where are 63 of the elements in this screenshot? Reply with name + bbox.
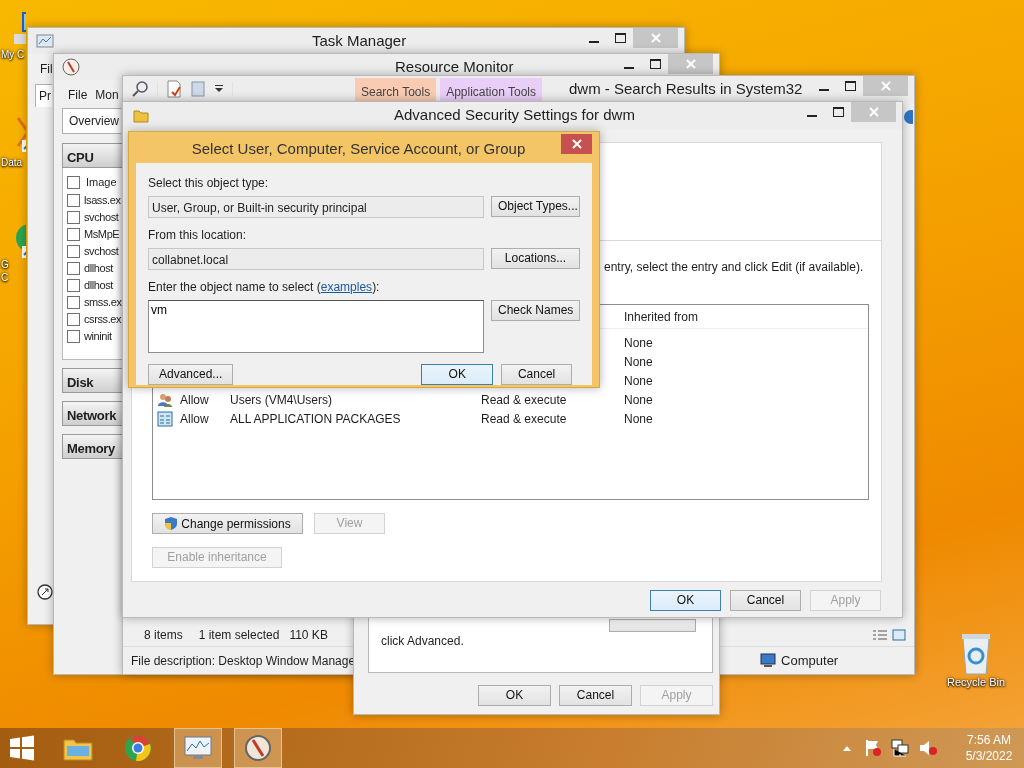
button[interactable]: Cancel [501,364,572,385]
button[interactable]: Advanced... [148,364,234,385]
process-name: dllhost [84,278,113,294]
table-cell-text: Users (VM4\Users) [230,391,333,409]
process-name: svchost [84,244,119,260]
ribbon-tab[interactable]: Application Tools [440,78,542,102]
body-text: click Advanced. [381,633,465,650]
section-header[interactable]: CPU [62,143,122,168]
window-title: dwm - Search Results in System32 [569,78,803,99]
process-name: MsMpE [84,227,120,243]
table-cell-text: None [624,410,654,428]
button[interactable]: Check Names [491,300,580,321]
column-header[interactable]: Image [86,174,117,191]
field-label: Enter the object name to select (examples): [148,279,381,296]
ribbon-tab[interactable]: Search Tools [355,78,437,102]
section-header[interactable]: Network [62,401,122,426]
section-header[interactable]: Memory [62,434,122,459]
button[interactable]: Locations... [491,248,580,269]
button[interactable]: Cancel [559,685,632,706]
window-title: Select User, Computer, Service Account, or Group [190,139,527,159]
table-cell-text: None [624,391,654,409]
column-header[interactable]: Inherited from [624,307,699,326]
button[interactable]: OK [421,364,494,385]
window-title: Task Manager [312,30,407,51]
menu-item[interactable]: Fil [40,60,53,78]
field-label: Select this object type: [148,175,270,192]
location-field: collabnet.local [148,248,484,270]
process-name: svchost [84,210,119,226]
examples-link[interactable]: examples [320,280,373,294]
table-cell-text: Allow [180,410,210,428]
status-text: 110 KB [289,627,328,644]
table-cell-text: None [624,372,654,390]
file-description: File description: Desktop Window Manage [131,652,356,670]
table-cell-text: None [624,334,654,352]
table-cell-text: Read & execute [481,410,568,428]
window-title: Resource Monitor [395,56,514,77]
menu-item[interactable]: Mon [95,86,119,104]
instruction-text: entry, select the entry and click Edit (if available). [604,259,865,276]
process-name: lsass.ex [84,193,121,209]
button[interactable]: Cancel [730,590,801,611]
tab[interactable]: Pr [35,84,52,107]
name-input-field[interactable]: vm [148,300,484,353]
object-type-field: User, Group, or Built-in security principal [148,196,484,218]
button[interactable]: OK [478,685,551,706]
table-cell-text: Allow [180,391,210,409]
table-cell-text: Read & execute [481,391,568,409]
status-text: 8 items [144,627,183,644]
menu-item[interactable]: File [68,86,88,104]
process-name: csrss.ex [84,312,122,328]
field-label: From this location: [148,227,248,244]
section-header[interactable]: Disk [62,368,122,393]
process-name: dllhost [84,261,113,277]
button[interactable]: Object Types... [491,196,580,217]
table-cell-text: ALL APPLICATION PACKAGES [230,410,402,428]
location-text: Computer [781,651,839,670]
button[interactable]: Change permissions [152,513,303,534]
process-name: smss.ex [84,295,122,311]
window-title: Advanced Security Settings for dwm [394,105,635,126]
process-name: wininit [84,329,112,345]
status-text: 1 item selected [198,627,280,644]
button[interactable]: OK [650,590,721,611]
tab[interactable]: Overview [62,108,121,134]
table-cell-text: None [624,353,654,371]
